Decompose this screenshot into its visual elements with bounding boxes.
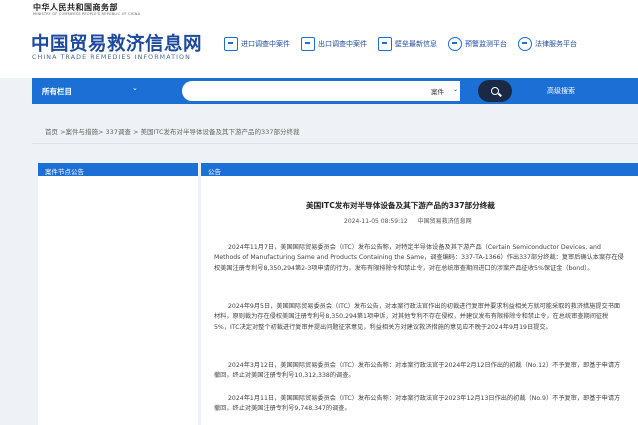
legal-service-icon [518, 37, 532, 51]
ministry-name-en: MINISTRY OF COMMERCE PEOPLE'S REPUBLIC O… [33, 12, 141, 16]
import-case-icon [224, 37, 238, 51]
link-export-cases[interactable]: 出口调查中案件 [301, 37, 367, 51]
article-paragraph: 2024年1月11日，美国国际贸易委员会（ITC）发布公告称：对本案行政法官于2… [214, 395, 621, 413]
warning-monitor-icon [448, 37, 462, 51]
main-navbar: 所有栏目 ⌄ 案件 ⌄ 高级搜索 [32, 78, 638, 104]
search-icon [491, 87, 499, 95]
link-import-cases[interactable]: 进口调查中案件 [224, 37, 290, 51]
article-date: 2024-11-05 08:59:12 [344, 218, 408, 225]
search-category-select[interactable]: 案件 [431, 86, 444, 96]
link-legal-service[interactable]: 法律服务平台 [518, 37, 577, 51]
article-panel-header [201, 163, 638, 176]
article-source: 中国贸易救济信息网 [417, 218, 472, 225]
chevron-down-icon[interactable]: ⌄ [132, 84, 138, 92]
link-warning-monitor[interactable]: 预警监测平台 [448, 37, 507, 51]
link-label: 进口调查中案件 [241, 40, 290, 48]
export-case-icon [301, 37, 315, 51]
article-paragraph: 2024年3月12日，美国国际贸易委员会（ITC）发布公告称：对本案行政法官于2… [214, 362, 621, 380]
search-input[interactable] [182, 81, 460, 101]
all-columns-menu[interactable]: 所有栏目 [42, 86, 72, 97]
link-barrier-info[interactable]: 壁垒最新信息 [378, 37, 437, 51]
sidebar-panel: 案件节点公告 [38, 163, 198, 425]
link-label: 出口调查中案件 [318, 40, 367, 48]
link-label: 法律服务平台 [535, 40, 577, 48]
article-meta: 2024-11-05 08:59:12 中国贸易救济信息网 [344, 216, 480, 225]
site-logo[interactable]: 中国贸易救济信息网 [31, 30, 202, 56]
link-label: 壁垒最新信息 [395, 40, 437, 48]
chevron-down-icon[interactable]: ⌄ [453, 86, 458, 93]
article-title: 美国ITC发布对半导体设备及其下游产品的337部分终裁 [306, 201, 495, 210]
article-paragraph: 2024年9月5日，美国国际贸易委员会（ITC）发布公告，对本案行政法官作出的初… [214, 303, 621, 331]
sidebar-title[interactable]: 案件节点公告 [38, 163, 198, 176]
barrier-info-icon [378, 37, 392, 51]
header-quick-links: 进口调查中案件 出口调查中案件 壁垒最新信息 预警监测平台 法律服务平台 [224, 33, 588, 55]
site-header: 中华人民共和国商务部 MINISTRY OF COMMERCE PEOPLE'S… [0, 0, 638, 78]
search-button[interactable] [478, 80, 512, 102]
link-label: 预警监测平台 [465, 40, 507, 48]
advanced-search-link[interactable]: 高级搜索 [547, 86, 575, 96]
breadcrumb-divider [32, 143, 638, 144]
article-category-tag: 公告 [208, 168, 221, 176]
site-logo-en: CHINA TRADE REMEDIES INFORMATION [32, 54, 191, 61]
breadcrumb[interactable]: 首页 >案件与措施> 337调查 > 美国ITC发布对半导体设备及其下游产品的3… [45, 126, 299, 136]
article-panel: 公告 美国ITC发布对半导体设备及其下游产品的337部分终裁 2024-11-0… [201, 163, 638, 425]
article-paragraph: 2024年11月7日，美国国际贸易委员会（ITC）发布公告称，对特定半导体设备及… [214, 244, 624, 272]
